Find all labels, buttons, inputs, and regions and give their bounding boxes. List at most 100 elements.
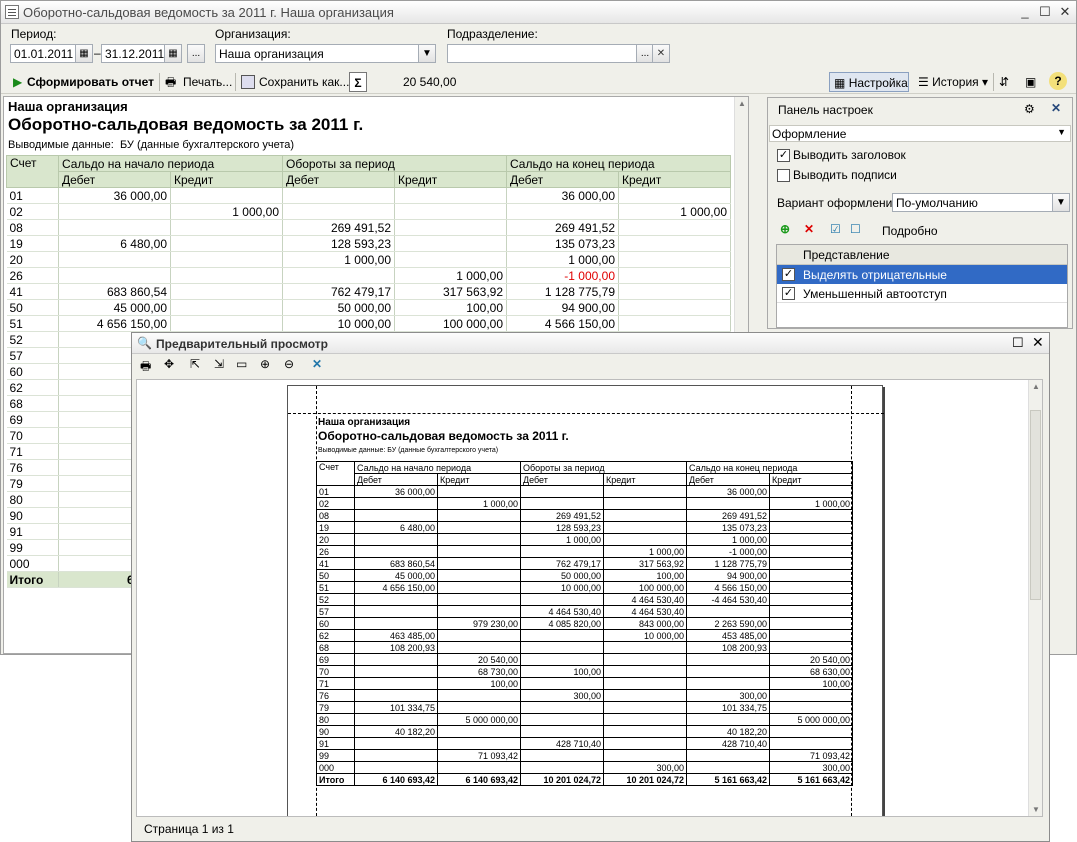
table-cell [686,653,770,666]
table-cell: 101 334,75 [686,701,770,714]
table-cell: 317 563,92 [394,283,507,300]
panel-close-icon[interactable]: ✕ [1051,101,1061,115]
table-row: 70 68 730,00 100,00 68 630,00 [316,665,853,678]
table-cell [618,219,731,236]
table-cell [394,251,507,268]
table-row: 80 5 000 000,00 5 000 000,00 [316,713,853,726]
table-cell: 4 464 530,40 [520,605,604,618]
table-cell: 1 000,00 [437,497,521,510]
close-preview-icon[interactable]: ✕ [312,357,322,371]
col-subheader: Дебет [686,473,770,486]
save-settings-icon[interactable]: ▣ [1025,72,1036,92]
period-from-input[interactable]: 01.01.2011 [10,44,76,63]
period-select-button[interactable]: ... [187,44,205,63]
move-icon[interactable]: ✥ [164,357,174,371]
preview-output: Выводимые данные: БУ (данные бухгалтерск… [318,447,499,454]
table-cell: 26 [6,267,59,284]
sum-icon[interactable]: Σ [349,72,367,92]
table-cell: Итого [316,773,355,786]
list-item[interactable]: ✓ Выделять отрицательные [777,265,1067,284]
org-select[interactable]: Наша организация [215,44,419,63]
variant-label: Вариант оформления: [777,196,903,210]
table-cell: 50 [6,299,59,316]
table-cell [603,689,687,702]
close-icon[interactable]: ✕ [1057,4,1073,20]
preview-window: 🔍 Предварительный просмотр ☐ ✕ 🖶 ✥ ⇱ ⇲ ▭… [131,332,1050,842]
table-cell [686,749,770,762]
table-cell [618,315,731,332]
preview-vscrollbar[interactable]: ▲ ▼ [1028,380,1042,816]
table-cell [394,203,507,220]
table-cell: 70 [316,665,355,678]
col-subheader: Дебет [506,171,619,188]
table-cell [506,203,619,220]
period-to-input[interactable]: 31.12.2011 [101,44,165,63]
table-cell: 6 480,00 [354,521,438,534]
uncheck-all-icon[interactable]: ☐ [850,222,861,236]
table-cell [437,569,521,582]
settings-panel: Панель настроек ⚙ ✕ Оформление ▼ ✓ Выводи… [767,97,1073,329]
table-cell [354,713,438,726]
calendar-icon[interactable]: ▦ [75,44,93,63]
dropdown-arrow-icon[interactable]: ▼ [1052,193,1070,212]
table-cell: 5 000 000,00 [769,713,853,726]
zoom-in-icon[interactable]: ⊕ [260,357,270,371]
table-cell: 90 [6,507,59,524]
table-cell [603,653,687,666]
list-item[interactable]: ✓ Уменьшенный автоотступ [777,284,1067,303]
calendar-icon[interactable]: ▦ [164,44,182,63]
table-cell: 69 [316,653,355,666]
title-bar: Оборотно-сальдовая ведомость за 2011 г. … [1,1,1076,24]
preview-page: Наша организация Оборотно-сальдовая ведо… [287,385,884,816]
add-icon[interactable]: ⊕ [780,222,790,236]
minimize-icon[interactable]: _ [1017,4,1033,20]
delete-icon[interactable]: ✕ [804,222,814,236]
variant-select[interactable]: По-умолчанию [892,193,1054,212]
help-icon[interactable]: ? [1049,72,1067,90]
table-cell: 269 491,52 [506,219,619,236]
table-cell: 45 000,00 [354,569,438,582]
printer-icon[interactable]: 🖶 [140,357,151,378]
table-cell [686,677,770,690]
table-cell: 300,00 [769,761,853,774]
table-cell: 69 [6,411,59,428]
dept-input[interactable] [447,44,637,63]
details-button[interactable]: Подробно [882,224,938,238]
fit-width-icon[interactable]: ⇲ [214,357,224,371]
fit-page-icon[interactable]: ⇱ [190,357,200,371]
preview-title-bar: 🔍 Предварительный просмотр ☐ ✕ [132,333,1049,354]
table-cell: 02 [316,497,355,510]
zoom-out-icon[interactable]: ⊖ [284,357,294,371]
table-cell [394,187,507,204]
table-cell: 51 [6,315,59,332]
page-layout-icon[interactable]: ▭ [236,357,247,371]
print-button[interactable]: Печать... [183,72,232,92]
panel-settings-icon[interactable]: ⚙ [1024,102,1035,116]
table-cell [603,665,687,678]
dropdown-arrow-icon[interactable]: ▼ [418,44,436,63]
save-as-button[interactable]: Сохранить как... [259,72,349,92]
org-label: Организация: [215,27,291,41]
settings-button[interactable]: ▦ Настройка [829,72,909,92]
table-cell [437,509,521,522]
maximize-icon[interactable]: ☐ [1012,335,1024,351]
maximize-icon[interactable]: ☐ [1037,4,1053,20]
table-cell [394,235,507,252]
table-cell: 62 [6,379,59,396]
table-cell: 57 [316,605,355,618]
preview-canvas[interactable]: Наша организация Оборотно-сальдовая ведо… [136,379,1043,817]
show-header-checkbox[interactable]: ✓ Выводить заголовок [777,148,906,163]
show-signatures-checkbox[interactable]: Выводить подписи [777,168,897,183]
check-all-icon[interactable]: ☑ [830,222,841,236]
table-cell [520,653,604,666]
generate-report-button[interactable]: Сформировать отчет [27,72,154,92]
history-button[interactable]: ☰ История ▾ [918,72,988,92]
table-cell: 300,00 [686,689,770,702]
table-cell [437,689,521,702]
structure-icon[interactable]: ⇵ [999,72,1009,92]
preview-report-title: Оборотно-сальдовая ведомость за 2011 г. [318,429,569,443]
panel-section[interactable]: Оформление ▼ [769,125,1071,142]
table-cell: 683 860,54 [354,557,438,570]
close-icon[interactable]: ✕ [1032,334,1044,351]
clear-icon[interactable]: ✕ [652,44,670,63]
